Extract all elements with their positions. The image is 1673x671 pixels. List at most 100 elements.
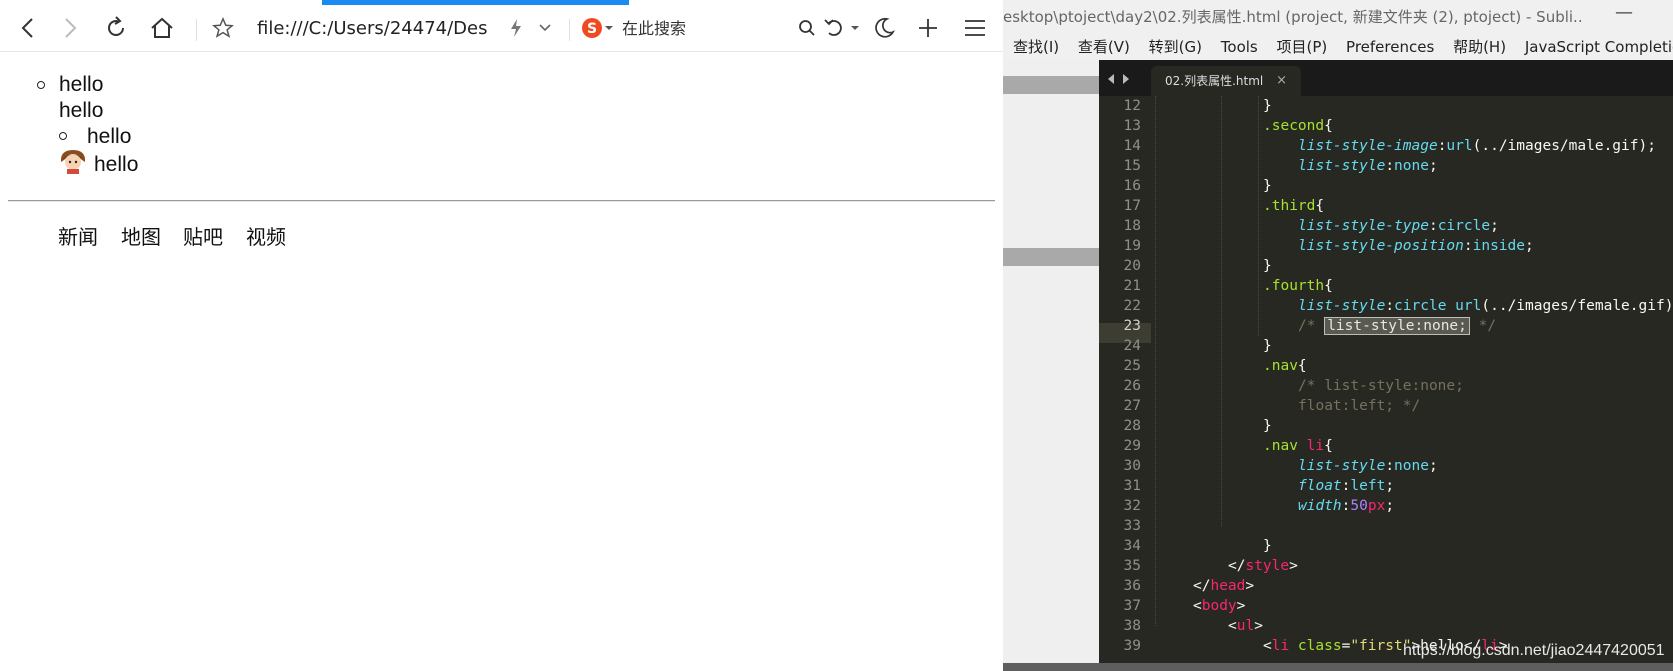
menu-preferences[interactable]: Preferences bbox=[1346, 38, 1434, 56]
line-number: 31 bbox=[1123, 478, 1141, 494]
nav-item-video[interactable]: 视频 bbox=[246, 224, 286, 250]
line-number: 22 bbox=[1123, 298, 1141, 314]
sublime-window: esktop\ptoject\day2\02.列表属性.html (projec… bbox=[1003, 0, 1673, 671]
list-item-second: hello bbox=[59, 99, 104, 122]
indent-guide bbox=[1221, 96, 1222, 526]
line-number: 36 bbox=[1123, 578, 1141, 594]
menu-icon[interactable] bbox=[960, 10, 990, 46]
code-line-21: .fourth{ bbox=[1263, 278, 1333, 294]
search-input[interactable]: 在此搜索 bbox=[622, 17, 686, 41]
address-bar[interactable]: file:///C:/Users/24474/Deskt bbox=[257, 17, 489, 41]
list-item-third: hello bbox=[87, 125, 132, 148]
line-number: 12 bbox=[1123, 98, 1141, 114]
line-number: 30 bbox=[1123, 458, 1141, 474]
line-number: 23 bbox=[1123, 318, 1141, 334]
line-number: 33 bbox=[1123, 518, 1141, 534]
line-number: 37 bbox=[1123, 598, 1141, 614]
code-editor[interactable]: } .second{ list-style-image:url(../image… bbox=[1151, 96, 1673, 663]
code-line-31: float:left; bbox=[1298, 478, 1395, 494]
list-bullet-circle bbox=[37, 81, 45, 89]
nav-item-news[interactable]: 新闻 bbox=[58, 224, 98, 250]
line-number: 29 bbox=[1123, 438, 1141, 454]
sidebar bbox=[1003, 60, 1099, 671]
search-engine-logo-icon[interactable]: S bbox=[580, 10, 616, 46]
indent-guide bbox=[1155, 96, 1156, 626]
line-number: 38 bbox=[1123, 618, 1141, 634]
sidebar-band bbox=[1003, 76, 1099, 94]
menu-view[interactable]: 查看(V) bbox=[1078, 38, 1130, 56]
line-number: 27 bbox=[1123, 398, 1141, 414]
list-bullet-image-girl bbox=[58, 148, 88, 174]
code-line-18: list-style-type:circle; bbox=[1298, 218, 1499, 234]
code-line-14: list-style-image:url(../images/male.gif)… bbox=[1298, 138, 1656, 154]
line-number: 18 bbox=[1123, 218, 1141, 234]
code-line-15: list-style:none; bbox=[1298, 158, 1438, 174]
code-line-13: .second{ bbox=[1263, 118, 1333, 134]
code-line-17: .third{ bbox=[1263, 198, 1325, 214]
code-line-12: } bbox=[1263, 98, 1272, 114]
line-number: 32 bbox=[1123, 498, 1141, 514]
refresh-icon[interactable] bbox=[101, 10, 131, 46]
list-item-fourth: hello bbox=[94, 153, 139, 176]
selected-text-box: list-style:none; bbox=[1324, 317, 1470, 335]
code-line-16: } bbox=[1263, 178, 1272, 194]
status-bar bbox=[1003, 663, 1673, 671]
code-line-19: list-style-position:inside; bbox=[1298, 238, 1534, 254]
line-number: 35 bbox=[1123, 558, 1141, 574]
nav-item-tieba[interactable]: 贴吧 bbox=[183, 224, 223, 250]
code-line-22: list-style:circle url(../images/female.g… bbox=[1298, 298, 1673, 314]
line-number: 19 bbox=[1123, 238, 1141, 254]
menu-find[interactable]: 查找(I) bbox=[1013, 38, 1059, 56]
tab-label: 02.列表属性.html bbox=[1165, 74, 1264, 88]
line-number: 24 bbox=[1123, 338, 1141, 354]
indent-guide bbox=[1258, 96, 1259, 336]
list-item-first: hello bbox=[59, 73, 104, 96]
menu-bar: 查找(I) 查看(V) 转到(G) Tools 项目(P) Preference… bbox=[1013, 36, 1673, 58]
forward-icon[interactable] bbox=[56, 10, 86, 46]
code-line-28: } bbox=[1263, 418, 1272, 434]
chevron-down-icon[interactable] bbox=[535, 10, 555, 46]
code-line-23: /* list-style:none; */ bbox=[1298, 317, 1497, 335]
code-line-38: <ul> bbox=[1228, 618, 1263, 634]
code-line-35: </style> bbox=[1228, 558, 1298, 574]
night-mode-moon-icon[interactable] bbox=[870, 10, 898, 46]
menu-goto[interactable]: 转到(G) bbox=[1149, 38, 1202, 56]
toolbar-divider bbox=[569, 19, 570, 41]
search-icon[interactable] bbox=[795, 10, 819, 46]
page-content: hello hello hello hello 新闻 地图 贴吧 视频 bbox=[0, 52, 1003, 671]
line-number: 13 bbox=[1123, 118, 1141, 134]
line-number: 25 bbox=[1123, 358, 1141, 374]
new-tab-plus-icon[interactable] bbox=[914, 10, 942, 46]
lightning-icon[interactable] bbox=[506, 10, 526, 46]
watermark: https://blog.csdn.net/jiao2447420051 bbox=[1403, 642, 1665, 659]
menu-js-completions[interactable]: JavaScript Completions To bbox=[1525, 38, 1673, 56]
code-line-20: } bbox=[1263, 258, 1272, 274]
tab-scroll-left-icon[interactable] bbox=[1108, 74, 1114, 84]
line-number: 26 bbox=[1123, 378, 1141, 394]
code-line-26: /* list-style:none; bbox=[1298, 378, 1464, 394]
svg-text:S: S bbox=[587, 21, 597, 37]
line-number: 21 bbox=[1123, 278, 1141, 294]
line-number: 16 bbox=[1123, 178, 1141, 194]
menu-help[interactable]: 帮助(H) bbox=[1453, 38, 1506, 56]
line-number: 39 bbox=[1123, 638, 1141, 654]
bookmark-star-icon[interactable] bbox=[209, 10, 237, 46]
line-number: 17 bbox=[1123, 198, 1141, 214]
list-bullet-circle bbox=[59, 132, 67, 140]
nav-item-map[interactable]: 地图 bbox=[121, 224, 161, 250]
editor-tab[interactable]: 02.列表属性.html × bbox=[1151, 66, 1301, 96]
home-icon[interactable] bbox=[146, 10, 178, 46]
browser-toolbar: file:///C:/Users/24474/Deskt S 在此搜索 bbox=[0, 5, 1003, 52]
undo-closed-tab-icon[interactable] bbox=[822, 10, 862, 46]
tab-close-icon[interactable]: × bbox=[1276, 66, 1287, 96]
tab-bar: 02.列表属性.html × bbox=[1099, 60, 1673, 96]
back-icon[interactable] bbox=[12, 10, 42, 46]
line-number: 15 bbox=[1123, 158, 1141, 174]
code-line-32: width:50px; bbox=[1298, 498, 1395, 514]
menu-tools[interactable]: Tools bbox=[1221, 38, 1258, 56]
tab-scroll-right-icon[interactable] bbox=[1123, 74, 1129, 84]
menu-project[interactable]: 项目(P) bbox=[1277, 38, 1328, 56]
line-number: 28 bbox=[1123, 418, 1141, 434]
line-number: 20 bbox=[1123, 258, 1141, 274]
minimize-button[interactable]: — bbox=[1615, 2, 1633, 23]
